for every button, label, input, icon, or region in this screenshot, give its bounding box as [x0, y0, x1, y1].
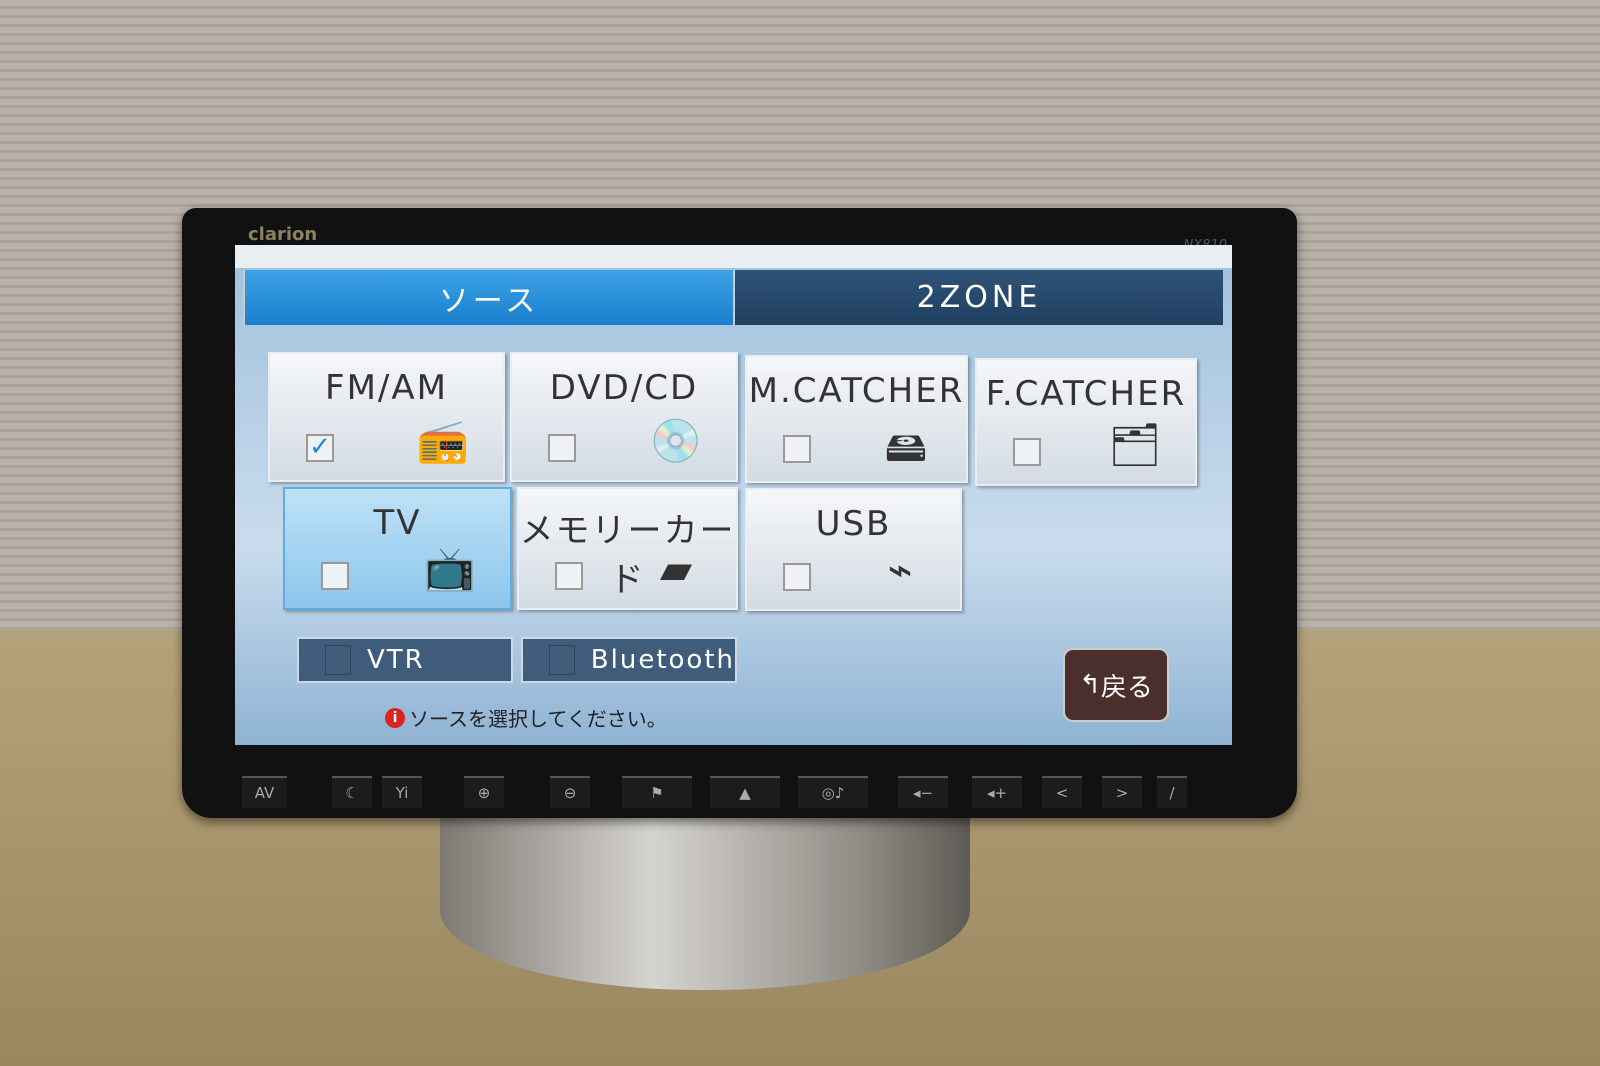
tile-label: DVD/CD: [549, 368, 699, 408]
checkbox[interactable]: [325, 645, 351, 675]
checkbox[interactable]: [549, 645, 575, 675]
back-arrow-icon: ↰: [1079, 670, 1101, 700]
checkbox[interactable]: [548, 434, 576, 462]
hardware-button[interactable]: ◎♪: [798, 776, 868, 808]
top-strip: [235, 245, 1232, 268]
screen: ソース 2ZONE FM/AM ✓ 📻 DVD/CD 💿 M.CATCHER 🖴 F.…: [235, 245, 1232, 745]
tv-icon: 📺: [423, 544, 477, 593]
head-unit: clarion NX810 ソース 2ZONE FM/AM ✓ 📻DVD/CD …: [182, 208, 1297, 818]
source-tile-dvd-cd[interactable]: DVD/CD 💿: [510, 352, 738, 482]
source-tile--[interactable]: メモリーカード ▰: [517, 487, 738, 610]
back-label: 戻る: [1100, 672, 1153, 703]
tab-source[interactable]: ソース: [243, 270, 733, 325]
hardware-button[interactable]: ◂+: [972, 776, 1022, 808]
hardware-button[interactable]: ⊖: [550, 776, 590, 808]
disc-icon: 💿: [649, 416, 703, 465]
checkbox[interactable]: [1013, 438, 1041, 466]
info-icon: i: [385, 707, 405, 728]
back-button[interactable]: ↰ 戻る: [1063, 648, 1169, 722]
tab-bar: ソース 2ZONE: [243, 270, 1223, 325]
source-tile-tv[interactable]: TV 📺: [283, 487, 512, 610]
source-tile-f-catcher[interactable]: F.CATCHER 🗂: [975, 358, 1197, 486]
hardware-button[interactable]: /: [1157, 776, 1187, 808]
hardware-button[interactable]: AV: [242, 776, 287, 808]
checkbox[interactable]: ✓: [306, 434, 334, 462]
hardware-button[interactable]: ◂−: [898, 776, 948, 808]
checkbox[interactable]: [321, 562, 349, 590]
tab-2zone[interactable]: 2ZONE: [733, 270, 1223, 325]
tile-label: FM/AM: [325, 368, 448, 408]
usb-icon: ⌁: [887, 545, 913, 594]
tile-label: M.CATCHER: [748, 371, 965, 411]
tile-label: F.CATCHER: [985, 374, 1187, 414]
checkbox[interactable]: [555, 562, 583, 590]
sd-card-icon: ▰: [659, 544, 693, 593]
hardware-button[interactable]: ▲: [710, 776, 780, 808]
status-message: i ソースを選択してください。: [385, 703, 667, 732]
hardware-button[interactable]: ☾: [332, 776, 372, 808]
hardware-button[interactable]: ⊕: [464, 776, 504, 808]
checkbox[interactable]: [783, 563, 811, 591]
tile-label: USB: [815, 504, 892, 544]
checkbox[interactable]: [783, 435, 811, 463]
bluetooth-button[interactable]: Bluetooth: [521, 637, 737, 683]
option-label: Bluetooth: [590, 645, 735, 675]
music-hdd-icon: 🖴: [884, 422, 928, 471]
hardware-button[interactable]: ⚑: [622, 776, 692, 808]
tile-label: TV: [373, 503, 422, 543]
hardware-button[interactable]: Yi: [382, 776, 422, 808]
vtr-button[interactable]: VTR: [297, 637, 513, 683]
option-label: VTR: [367, 645, 425, 675]
radio-icon: 📻: [416, 416, 470, 465]
source-tile-fm-am[interactable]: FM/AM ✓ 📻: [268, 352, 505, 482]
hardware-button[interactable]: <: [1042, 776, 1082, 808]
source-tile-usb[interactable]: USB ⌁: [745, 488, 962, 611]
brand-logo: clarion: [248, 224, 318, 245]
file-hdd-icon: 🗂: [1108, 420, 1162, 469]
message-text: ソースを選択してください。: [409, 707, 667, 731]
source-tile-m-catcher[interactable]: M.CATCHER 🖴: [745, 355, 968, 483]
hardware-button[interactable]: >: [1102, 776, 1142, 808]
metal-stand: [440, 800, 970, 990]
